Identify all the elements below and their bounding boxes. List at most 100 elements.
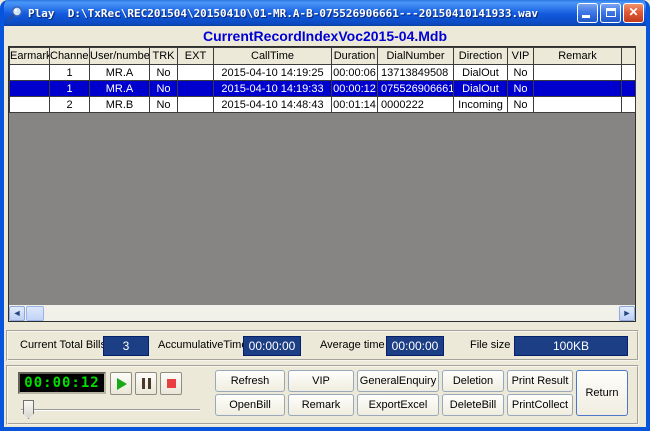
- table-row[interactable]: 1 MR.A No 2015-04-10 14:19:25 00:00:06 1…: [10, 65, 636, 81]
- pause-button[interactable]: [135, 372, 157, 395]
- cell-dialnumber[interactable]: 0000222: [378, 97, 454, 113]
- cell-direction[interactable]: DialOut: [454, 65, 508, 81]
- cell-ext[interactable]: [178, 97, 214, 113]
- column-header-earmark[interactable]: Earmark: [10, 48, 50, 65]
- average-time-label: Average time: [320, 332, 385, 359]
- cell-direction[interactable]: DialOut: [454, 81, 508, 97]
- cell-spacer: [622, 97, 636, 113]
- stop-button[interactable]: [160, 372, 182, 395]
- client-area: CurrentRecordIndexVoc2015-04.Mdb Earmark…: [4, 26, 646, 427]
- return-button[interactable]: Return: [576, 370, 628, 416]
- cell-vip[interactable]: No: [508, 65, 534, 81]
- total-bills-label: Current Total Bills: [20, 332, 106, 359]
- column-header-spacer: [622, 48, 636, 65]
- cell-calltime[interactable]: 2015-04-10 14:19:25: [214, 65, 332, 81]
- scroll-left-button[interactable]: ◄: [9, 306, 25, 321]
- cell-duration[interactable]: 00:00:06: [332, 65, 378, 81]
- cell-dialnumber[interactable]: 13713849508: [378, 65, 454, 81]
- cell-calltime[interactable]: 2015-04-10 14:19:33: [214, 81, 332, 97]
- pause-icon: [142, 378, 151, 389]
- cell-channel[interactable]: 2: [50, 97, 90, 113]
- window-title: Play D:\TxRec\REC201504\20150410\01-MR.A…: [28, 7, 577, 20]
- accumulative-time-value: 00:00:00: [243, 336, 301, 356]
- window-controls: ✕: [577, 3, 644, 23]
- remark-button[interactable]: Remark: [288, 394, 354, 416]
- cell-remark[interactable]: [534, 81, 622, 97]
- cell-user[interactable]: MR.A: [90, 81, 150, 97]
- cell-dialnumber[interactable]: 075526906661: [378, 81, 454, 97]
- cell-channel[interactable]: 1: [50, 81, 90, 97]
- table-row-selected[interactable]: 1 MR.A No 2015-04-10 14:19:33 00:00:12 0…: [10, 81, 636, 97]
- cell-ext[interactable]: [178, 65, 214, 81]
- table-row[interactable]: 2 MR.B No 2015-04-10 14:48:43 00:01:14 0…: [10, 97, 636, 113]
- slider-track[interactable]: [21, 409, 200, 411]
- cell-duration[interactable]: 00:00:12: [332, 81, 378, 97]
- column-header-ext[interactable]: EXT: [178, 48, 214, 65]
- cell-channel[interactable]: 1: [50, 65, 90, 81]
- slider-thumb[interactable]: [23, 400, 34, 419]
- vip-button[interactable]: VIP: [288, 370, 354, 392]
- cell-duration[interactable]: 00:01:14: [332, 97, 378, 113]
- cell-earmark[interactable]: [10, 81, 50, 97]
- page-title: CurrentRecordIndexVoc2015-04.Mdb: [4, 27, 646, 46]
- accumulative-time-label: AccumulativeTime: [158, 332, 247, 359]
- cell-vip[interactable]: No: [508, 81, 534, 97]
- cell-user[interactable]: MR.A: [90, 65, 150, 81]
- records-table: Earmark Channel User/number TRK EXT Call…: [9, 47, 636, 113]
- general-enquiry-button[interactable]: GeneralEnquiry: [357, 370, 439, 392]
- column-header-calltime[interactable]: CallTime: [214, 48, 332, 65]
- export-excel-button[interactable]: ExportExcel: [357, 394, 439, 416]
- column-header-channel[interactable]: Channel: [50, 48, 90, 65]
- status-bar: Current Total Bills 3 AccumulativeTime 0…: [6, 330, 639, 361]
- action-buttons: Refresh VIP GeneralEnquiry Deletion Prin…: [215, 370, 628, 416]
- delete-bill-button[interactable]: DeleteBill: [442, 394, 504, 416]
- cell-spacer: [622, 65, 636, 81]
- cell-ext[interactable]: [178, 81, 214, 97]
- column-header-vip[interactable]: VIP: [508, 48, 534, 65]
- cell-remark[interactable]: [534, 97, 622, 113]
- column-header-direction[interactable]: Direction: [454, 48, 508, 65]
- scrollbar-thumb[interactable]: [26, 306, 44, 321]
- cell-remark[interactable]: [534, 65, 622, 81]
- cell-trk[interactable]: No: [150, 81, 178, 97]
- elapsed-time-display: 00:00:12: [18, 372, 106, 394]
- horizontal-scrollbar[interactable]: ◄ ►: [9, 305, 635, 321]
- column-header-remark[interactable]: Remark: [534, 48, 622, 65]
- magnifier-icon: [7, 5, 24, 22]
- records-grid: Earmark Channel User/number TRK EXT Call…: [8, 46, 636, 322]
- deletion-button[interactable]: Deletion: [442, 370, 504, 392]
- print-result-button[interactable]: Print Result: [507, 370, 573, 392]
- maximize-button[interactable]: [600, 3, 621, 23]
- cell-spacer: [622, 81, 636, 97]
- play-icon: [117, 378, 127, 390]
- close-button[interactable]: ✕: [623, 3, 644, 23]
- total-bills-value: 3: [103, 336, 149, 356]
- minimize-button[interactable]: [577, 3, 598, 23]
- cell-vip[interactable]: No: [508, 97, 534, 113]
- column-header-user[interactable]: User/number: [90, 48, 150, 65]
- minimize-icon: [582, 15, 590, 18]
- play-button[interactable]: [110, 372, 132, 395]
- open-bill-button[interactable]: OpenBill: [215, 394, 285, 416]
- cell-direction[interactable]: Incoming: [454, 97, 508, 113]
- cell-earmark[interactable]: [10, 97, 50, 113]
- seek-slider[interactable]: [18, 399, 203, 421]
- cell-calltime[interactable]: 2015-04-10 14:48:43: [214, 97, 332, 113]
- titlebar[interactable]: Play D:\TxRec\REC201504\20150410\01-MR.A…: [0, 0, 650, 26]
- column-header-dialnumber[interactable]: DialNumber: [378, 48, 454, 65]
- cell-earmark[interactable]: [10, 65, 50, 81]
- average-time-value: 00:00:00: [386, 336, 444, 356]
- print-collect-button[interactable]: PrintCollect: [507, 394, 573, 416]
- table-header-row: Earmark Channel User/number TRK EXT Call…: [10, 48, 636, 65]
- column-header-trk[interactable]: TRK: [150, 48, 178, 65]
- file-size-value: 100KB: [514, 336, 628, 356]
- player-and-actions-panel: 00:00:12 Refresh VIP GeneralEnquiry Dele…: [6, 365, 639, 425]
- app-window: Play D:\TxRec\REC201504\20150410\01-MR.A…: [0, 0, 650, 431]
- stop-icon: [167, 379, 176, 388]
- cell-trk[interactable]: No: [150, 97, 178, 113]
- cell-trk[interactable]: No: [150, 65, 178, 81]
- column-header-duration[interactable]: Duration: [332, 48, 378, 65]
- scroll-right-button[interactable]: ►: [619, 306, 635, 321]
- cell-user[interactable]: MR.B: [90, 97, 150, 113]
- refresh-button[interactable]: Refresh: [215, 370, 285, 392]
